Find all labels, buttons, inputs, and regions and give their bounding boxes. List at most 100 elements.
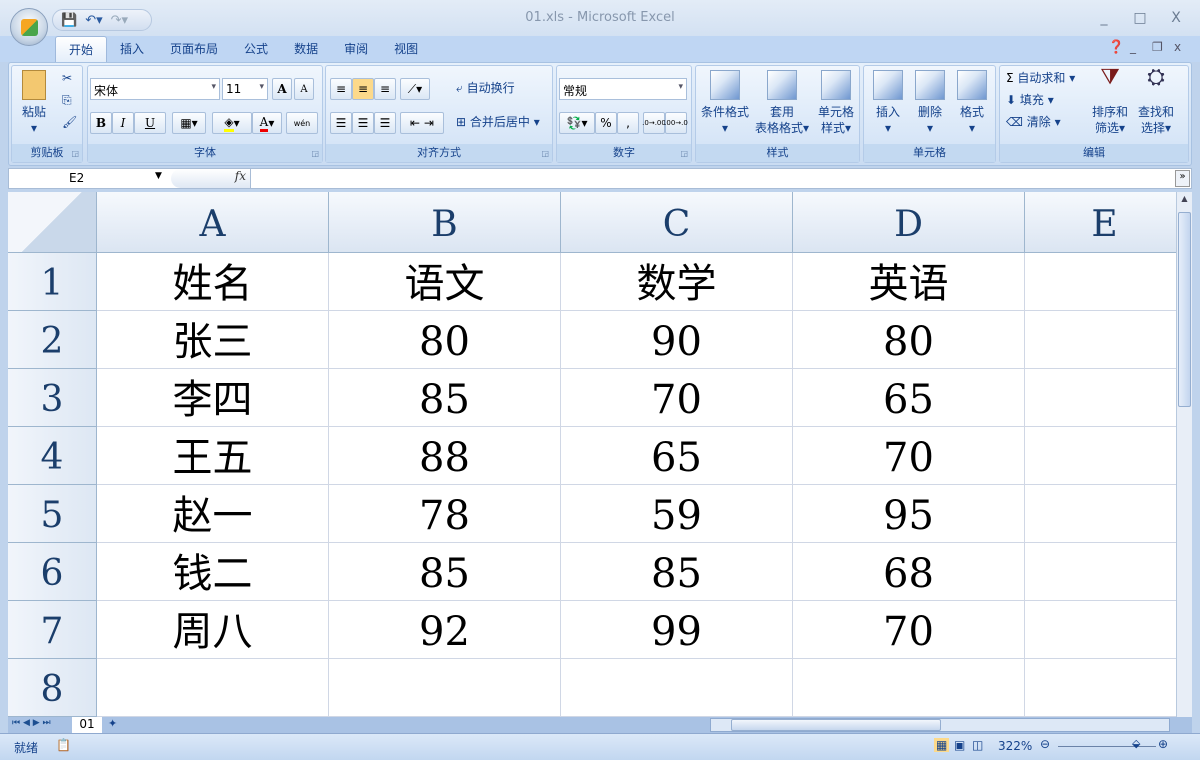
format-cells-button[interactable]: 格式 ▾ <box>952 70 992 136</box>
cell-D7[interactable]: 70 <box>793 601 1025 659</box>
horizontal-scroll-thumb[interactable] <box>731 719 941 731</box>
grow-font-button[interactable]: A <box>272 78 292 100</box>
cell-B7[interactable]: 92 <box>329 601 561 659</box>
zoom-level[interactable]: 322% <box>998 739 1032 753</box>
fill-button[interactable]: ⬇ 填充 ▾ <box>1006 92 1054 108</box>
decrease-decimal-button[interactable]: .00→.0 <box>664 112 688 134</box>
cell-C3[interactable]: 70 <box>561 369 793 427</box>
bold-button[interactable]: B <box>90 112 112 134</box>
font-color-button[interactable]: A ▾ <box>252 112 282 134</box>
tab-view[interactable]: 视图 <box>381 36 431 62</box>
shrink-font-button[interactable]: A <box>294 78 314 100</box>
percent-button[interactable]: % <box>595 112 617 134</box>
underline-button[interactable]: U <box>134 112 166 134</box>
expand-formula-icon[interactable]: » <box>1175 170 1190 187</box>
copy-icon[interactable]: ⎘ <box>62 92 72 108</box>
horizontal-scrollbar[interactable] <box>710 718 1170 732</box>
format-as-table-button[interactable]: 套用 表格格式▾ <box>752 70 812 136</box>
indent-buttons[interactable]: ⇤ ⇥ <box>400 112 444 134</box>
cell-B5[interactable]: 78 <box>329 485 561 543</box>
cell-D1[interactable]: 英语 <box>793 253 1025 311</box>
cell-A2[interactable]: 张三 <box>97 311 329 369</box>
cell-B8[interactable] <box>329 659 561 717</box>
font-size-combo[interactable]: 11 <box>222 78 268 100</box>
row-header-5[interactable]: 5 <box>8 485 97 543</box>
cell-C6[interactable]: 85 <box>561 543 793 601</box>
formula-input[interactable] <box>253 170 1173 187</box>
close-button[interactable]: X <box>1164 10 1188 26</box>
zoom-in-icon[interactable]: ⊕ <box>1158 737 1168 751</box>
align-center-button[interactable]: ☰ <box>352 112 374 134</box>
vertical-scrollbar[interactable]: ▲ <box>1176 192 1192 717</box>
maximize-button[interactable]: □ <box>1128 10 1152 26</box>
cell-C1[interactable]: 数学 <box>561 253 793 311</box>
macro-record-icon[interactable]: 📋 <box>56 738 71 752</box>
align-middle-button[interactable]: ≡ <box>352 78 374 100</box>
row-header-8[interactable]: 8 <box>8 659 97 717</box>
zoom-out-icon[interactable]: ⊖ <box>1040 737 1050 751</box>
page-layout-view-icon[interactable]: ▣ <box>954 738 965 752</box>
column-header-E[interactable]: E <box>1025 192 1185 253</box>
cell-styles-button[interactable]: 单元格 样式▾ <box>812 70 860 136</box>
merge-center-button[interactable]: ⊞ 合并后居中 ▾ <box>456 114 540 130</box>
paste-button[interactable]: 粘贴 ▾ <box>16 70 52 136</box>
workbook-close-button[interactable]: x <box>1174 40 1181 54</box>
cell-A3[interactable]: 李四 <box>97 369 329 427</box>
tab-insert[interactable]: 插入 <box>107 36 157 62</box>
cell-C5[interactable]: 59 <box>561 485 793 543</box>
row-header-7[interactable]: 7 <box>8 601 97 659</box>
cell-A1[interactable]: 姓名 <box>97 253 329 311</box>
cell-C7[interactable]: 99 <box>561 601 793 659</box>
column-header-C[interactable]: C <box>561 192 793 253</box>
cell-B4[interactable]: 88 <box>329 427 561 485</box>
insert-function-button[interactable]: fx <box>171 169 251 188</box>
sort-filter-button[interactable]: ⧩ 排序和 筛选▾ <box>1088 67 1132 136</box>
align-right-button[interactable]: ☰ <box>374 112 396 134</box>
column-header-B[interactable]: B <box>329 192 561 253</box>
cell-B1[interactable]: 语文 <box>329 253 561 311</box>
align-top-button[interactable]: ≡ <box>330 78 352 100</box>
italic-button[interactable]: I <box>112 112 134 134</box>
cell-E8[interactable] <box>1025 659 1185 717</box>
tab-data[interactable]: 数据 <box>281 36 331 62</box>
row-header-2[interactable]: 2 <box>8 311 97 369</box>
increase-decimal-button[interactable]: .0→.00 <box>642 112 666 134</box>
workbook-minimize-button[interactable]: _ <box>1130 40 1136 54</box>
cell-E3[interactable] <box>1025 369 1185 427</box>
cell-D6[interactable]: 68 <box>793 543 1025 601</box>
cell-C4[interactable]: 65 <box>561 427 793 485</box>
normal-view-icon[interactable]: ▦ <box>934 738 950 752</box>
help-icon[interactable]: ❓ <box>1108 40 1124 55</box>
align-left-button[interactable]: ☰ <box>330 112 352 134</box>
border-button[interactable]: ▦▾ <box>172 112 206 134</box>
cell-C8[interactable] <box>561 659 793 717</box>
dialog-launcher-icon[interactable]: ◲ <box>680 149 688 158</box>
dialog-launcher-icon[interactable]: ◲ <box>541 149 549 158</box>
cell-D5[interactable]: 95 <box>793 485 1025 543</box>
insert-cells-button[interactable]: 插入 ▾ <box>868 70 908 136</box>
find-select-button[interactable]: ⛭ 查找和 选择▾ <box>1134 67 1178 136</box>
cell-D3[interactable]: 65 <box>793 369 1025 427</box>
cell-E6[interactable] <box>1025 543 1185 601</box>
clear-button[interactable]: ⌫ 清除 ▾ <box>1006 114 1061 130</box>
zoom-slider-thumb[interactable]: ⬙ <box>1132 737 1140 750</box>
tab-page-layout[interactable]: 页面布局 <box>157 36 231 62</box>
cell-D2[interactable]: 80 <box>793 311 1025 369</box>
name-box-dropdown-icon[interactable]: ▼ <box>155 171 162 181</box>
row-header-1[interactable]: 1 <box>8 253 97 311</box>
cell-E7[interactable] <box>1025 601 1185 659</box>
workbook-restore-button[interactable]: ❐ <box>1152 40 1163 54</box>
page-break-view-icon[interactable]: ◫ <box>972 738 983 752</box>
cell-A6[interactable]: 钱二 <box>97 543 329 601</box>
cell-C2[interactable]: 90 <box>561 311 793 369</box>
cell-D4[interactable]: 70 <box>793 427 1025 485</box>
conditional-format-button[interactable]: 条件格式 ▾ <box>698 70 752 136</box>
dialog-launcher-icon[interactable]: ◲ <box>311 149 319 158</box>
wrap-text-button[interactable]: ⤶ 自动换行 <box>456 80 515 96</box>
cell-E1[interactable] <box>1025 253 1185 311</box>
row-header-4[interactable]: 4 <box>8 427 97 485</box>
select-all-button[interactable] <box>8 192 97 253</box>
scroll-up-icon[interactable]: ▲ <box>1178 194 1191 206</box>
cell-E4[interactable] <box>1025 427 1185 485</box>
cut-icon[interactable]: ✂ <box>62 70 72 86</box>
